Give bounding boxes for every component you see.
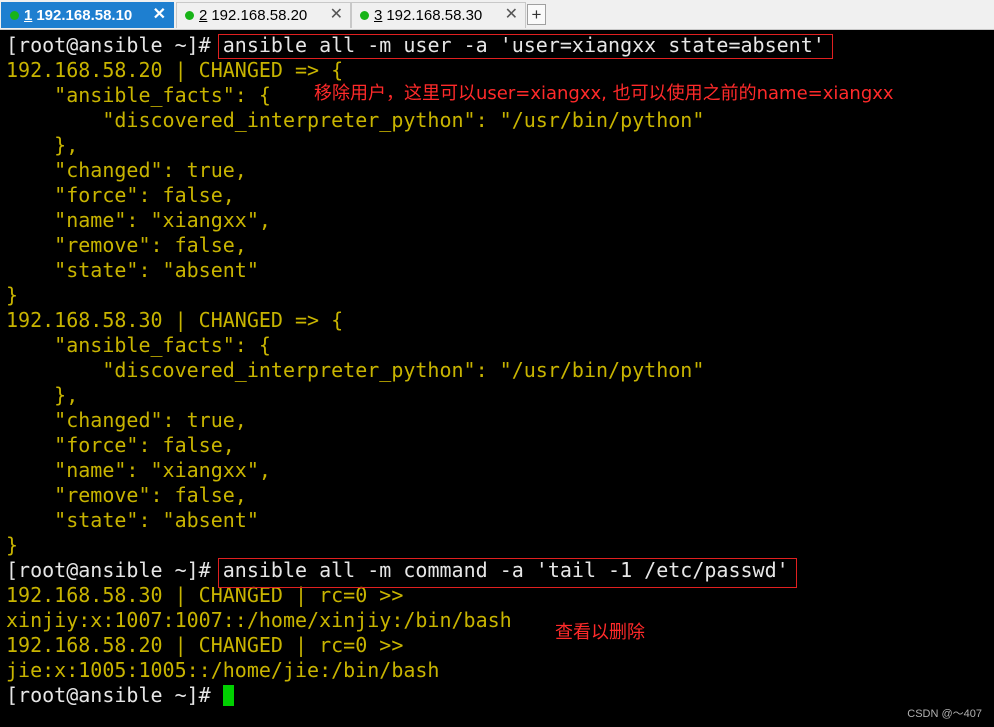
output-line: } — [6, 283, 19, 307]
output-line: "ansible_facts": { — [6, 83, 271, 107]
tab-label: 192.168.58.10 — [36, 7, 133, 24]
annotation-check-deleted: 查看以删除 — [555, 622, 645, 643]
prompt: [root@ansible ~]# — [6, 683, 211, 707]
highlight-box — [218, 558, 797, 588]
add-tab-button[interactable]: + — [527, 4, 546, 25]
tab-bar: 1 192.168.58.10 ✕ 2 192.168.58.20 ✕ 3 19… — [0, 0, 994, 30]
output-line: jie:x:1005:1005::/home/jie:/bin/bash — [6, 658, 440, 682]
connected-status-icon — [10, 11, 19, 20]
terminal-area[interactable]: [root@ansible ~]# ansible all -m user -a… — [0, 33, 994, 727]
watermark: CSDN @～407 — [907, 708, 982, 720]
command-line-3: [root@ansible ~]# — [6, 683, 234, 708]
output-line: "changed": true, — [6, 158, 247, 182]
output-line: "changed": true, — [6, 408, 247, 432]
output-line: "remove": false, — [6, 233, 247, 257]
highlight-box — [218, 34, 833, 59]
output-line: 192.168.58.30 | CHANGED => { — [6, 308, 344, 332]
output-line: "force": false, — [6, 433, 235, 457]
output-line: "name": "xiangxx", — [6, 458, 271, 482]
output-line: } — [6, 533, 19, 557]
annotation-remove-user: 移除用户，这里可以user=xiangxx, 也可以使用之前的name=xian… — [314, 83, 894, 104]
tab-number: 1 — [24, 7, 33, 24]
tab-number: 3 — [374, 7, 383, 24]
output-line: "force": false, — [6, 183, 235, 207]
prompt: [root@ansible ~]# — [6, 558, 211, 582]
connected-status-icon — [360, 11, 369, 20]
output-line: }, — [6, 133, 79, 157]
output-line: xinjiy:x:1007:1007::/home/xinjiy:/bin/ba… — [6, 608, 512, 632]
tab-session-2[interactable]: 2 192.168.58.20 ✕ — [176, 2, 351, 28]
tab-session-1[interactable]: 1 192.168.58.10 ✕ — [1, 2, 174, 28]
output-line: "discovered_interpreter_python": "/usr/b… — [6, 358, 705, 382]
output-line: 192.168.58.20 | CHANGED => { — [6, 58, 344, 82]
tab-label: 192.168.58.20 — [211, 7, 308, 24]
tab-session-3[interactable]: 3 192.168.58.30 ✕ — [351, 2, 526, 28]
output-line: }, — [6, 383, 79, 407]
close-tab-icon[interactable]: ✕ — [330, 6, 343, 24]
close-tab-icon[interactable]: ✕ — [505, 6, 518, 24]
prompt: [root@ansible ~]# — [6, 33, 211, 57]
output-line: "remove": false, — [6, 483, 247, 507]
close-tab-icon[interactable]: ✕ — [153, 6, 166, 24]
output-line: "ansible_facts": { — [6, 333, 271, 357]
output-line: 192.168.58.20 | CHANGED | rc=0 >> — [6, 633, 404, 657]
output-line: "state": "absent" — [6, 508, 259, 532]
tab-number: 2 — [199, 7, 208, 24]
terminal-cursor — [222, 685, 234, 706]
output-line: "discovered_interpreter_python": "/usr/b… — [6, 108, 705, 132]
connected-status-icon — [185, 11, 194, 20]
output-line: "name": "xiangxx", — [6, 208, 271, 232]
output-line: "state": "absent" — [6, 258, 259, 282]
tab-label: 192.168.58.30 — [386, 7, 483, 24]
